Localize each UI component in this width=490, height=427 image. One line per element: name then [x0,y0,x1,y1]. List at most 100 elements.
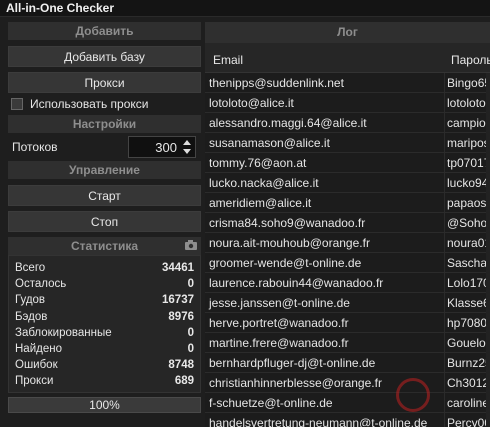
log-table-header: Email Пароль [205,43,490,73]
table-row[interactable]: jesse.janssen@t-online.deKlasse6A [205,293,490,313]
window-title: All-in-One Checker [6,1,115,15]
email-cell[interactable]: crisma84.soho9@wanadoo.fr [205,213,445,232]
stat-row: Бэдов 8976 [15,309,194,325]
stat-label: Заблокированные [15,326,112,339]
password-cell[interactable]: Bingo65 [445,73,490,92]
stats-panel: Всего 34461 Осталось 0 Гудов 16737 Бэдов 897… [8,255,201,393]
table-row[interactable]: handelsvertretung-neumann@t-online.de Per… [205,413,490,427]
use-proxy-checkbox[interactable] [11,98,23,110]
proxy-button[interactable]: Прокси [8,72,201,93]
password-cell[interactable]: Klasse6A [445,293,490,312]
password-cell[interactable]: campione [445,113,490,132]
email-cell[interactable]: laurence.rabouin44@wanadoo.fr [205,273,445,292]
stat-value: 0 [187,326,194,339]
spin-down-icon[interactable] [183,149,191,154]
start-button[interactable]: Старт [8,185,201,206]
use-proxy-row[interactable]: Использовать прокси [8,93,201,115]
email-cell[interactable]: lotoloto@alice.it [205,93,445,112]
password-cell[interactable]: tp070176 [445,153,490,172]
stats-header-label: Статистика [70,239,139,253]
stat-value: 16737 [162,294,194,307]
email-cell[interactable]: handelsvertretung-neumann@t-online.de [205,413,445,427]
email-cell[interactable]: bernhardpfluger-dj@t-online.de [205,353,445,372]
table-row[interactable]: martine.frere@wanadoo.fr Gouelou [205,333,490,353]
add-base-button[interactable]: Добавить базу [8,46,201,67]
email-cell[interactable]: herve.portret@wanadoo.fr [205,313,445,332]
stat-row: Найдено 0 [15,341,194,357]
password-cell[interactable]: mariposa [445,133,490,152]
email-cell[interactable]: jesse.janssen@t-online.de [205,293,445,312]
table-row[interactable]: herve.portret@wanadoo.fr hp7080 [205,313,490,333]
table-row[interactable]: susanamason@alice.itmariposa [205,133,490,153]
table-row[interactable]: ameridiem@alice.it papaoso [205,193,490,213]
password-cell[interactable]: Burnz250 [445,353,490,372]
stop-button[interactable]: Стоп [8,211,201,232]
use-proxy-label: Использовать прокси [30,97,149,111]
threads-spinbox[interactable]: 300 [128,136,196,158]
table-row[interactable]: f-schuetze@t-online.de caroline [205,393,490,413]
stat-label: Ошибок [15,359,58,372]
table-row[interactable]: noura.ait-mouhoub@orange.fr noura01 [205,233,490,253]
password-cell[interactable]: Saschaldo [445,253,490,272]
password-cell[interactable]: Ch301222 [445,373,490,392]
vertical-scrollbar[interactable] [486,73,490,427]
column-header-password[interactable]: Пароль [445,43,490,72]
stat-label: Бэдов [15,310,48,323]
camera-icon[interactable] [185,240,197,250]
email-cell[interactable]: noura.ait-mouhoub@orange.fr [205,233,445,252]
table-row[interactable]: laurence.rabouin44@wanadoo.frLolo1703 [205,273,490,293]
email-cell[interactable]: groomer-wende@t-online.de [205,253,445,272]
table-row[interactable]: lucko.nacka@alice.itlucko947 [205,173,490,193]
column-header-email[interactable]: Email [205,43,445,72]
stat-row: Гудов 16737 [15,292,194,308]
password-cell[interactable]: noura01 [445,233,490,252]
email-cell[interactable]: alessandro.maggi.64@alice.it [205,113,445,132]
title-bar: All-in-One Checker [0,0,490,17]
email-cell[interactable]: lucko.nacka@alice.it [205,173,445,192]
stat-label: Всего [15,262,46,274]
table-row[interactable]: alessandro.maggi.64@alice.itcampione [205,113,490,133]
password-cell[interactable]: hp7080 [445,313,490,332]
log-header: Лог [205,22,490,43]
log-table[interactable]: Email Пароль thenipps@suddenlink.net Bing… [205,43,490,427]
password-cell[interactable]: Lolo1703 [445,273,490,292]
password-cell[interactable]: lucko947 [445,173,490,192]
email-cell[interactable]: thenipps@suddenlink.net [205,73,445,92]
add-section-header: Добавить [8,22,201,40]
table-row[interactable]: lotoloto@alice.it lotoloto [205,93,490,113]
table-row[interactable]: crisma84.soho9@wanadoo.fr @Soho1 [205,213,490,233]
spin-up-icon[interactable] [183,140,191,145]
stat-value: 8976 [168,310,194,323]
password-cell[interactable]: Gouelou [445,333,490,352]
table-row[interactable]: tommy.76@aon.attp070176 [205,153,490,173]
stat-row: Всего 34461 [15,260,194,276]
spin-arrows[interactable] [181,138,193,156]
password-cell[interactable]: papaoso [445,193,490,212]
stat-row: Прокси 689 [15,373,194,389]
table-row[interactable]: thenipps@suddenlink.net Bingo65 [205,73,490,93]
email-cell[interactable]: ameridiem@alice.it [205,193,445,212]
email-cell[interactable]: martine.frere@wanadoo.fr [205,333,445,352]
threads-label: Потоков [12,140,58,154]
stat-row: Осталось 0 [15,276,194,292]
table-row[interactable]: bernhardpfluger-dj@t-online.deBurnz250 [205,353,490,373]
progress-bar: 100% [8,397,201,413]
stat-label: Прокси [15,375,54,388]
stat-value: 0 [187,278,194,291]
password-cell[interactable]: Percy001 [445,413,490,427]
email-cell[interactable]: tommy.76@aon.at [205,153,445,172]
email-cell[interactable]: susanamason@alice.it [205,133,445,152]
stat-label: Найдено [15,342,62,355]
password-cell[interactable]: @Soho1 [445,213,490,232]
threads-value: 300 [155,140,177,155]
stat-row: Заблокированные 0 [15,325,194,341]
stat-value: 689 [174,375,194,388]
table-row[interactable]: groomer-wende@t-online.deSaschaldo [205,253,490,273]
log-panel: Лог Email Пароль thenipps@suddenlink.net… [205,22,490,427]
password-cell[interactable]: caroline [445,393,490,412]
password-cell[interactable]: lotoloto [445,93,490,112]
stat-value: 8748 [168,359,194,372]
table-row[interactable]: christianhinnerblesse@orange.frCh301222 [205,373,490,393]
stat-value: 34461 [162,262,194,274]
stat-row: Ошибок 8748 [15,357,194,373]
